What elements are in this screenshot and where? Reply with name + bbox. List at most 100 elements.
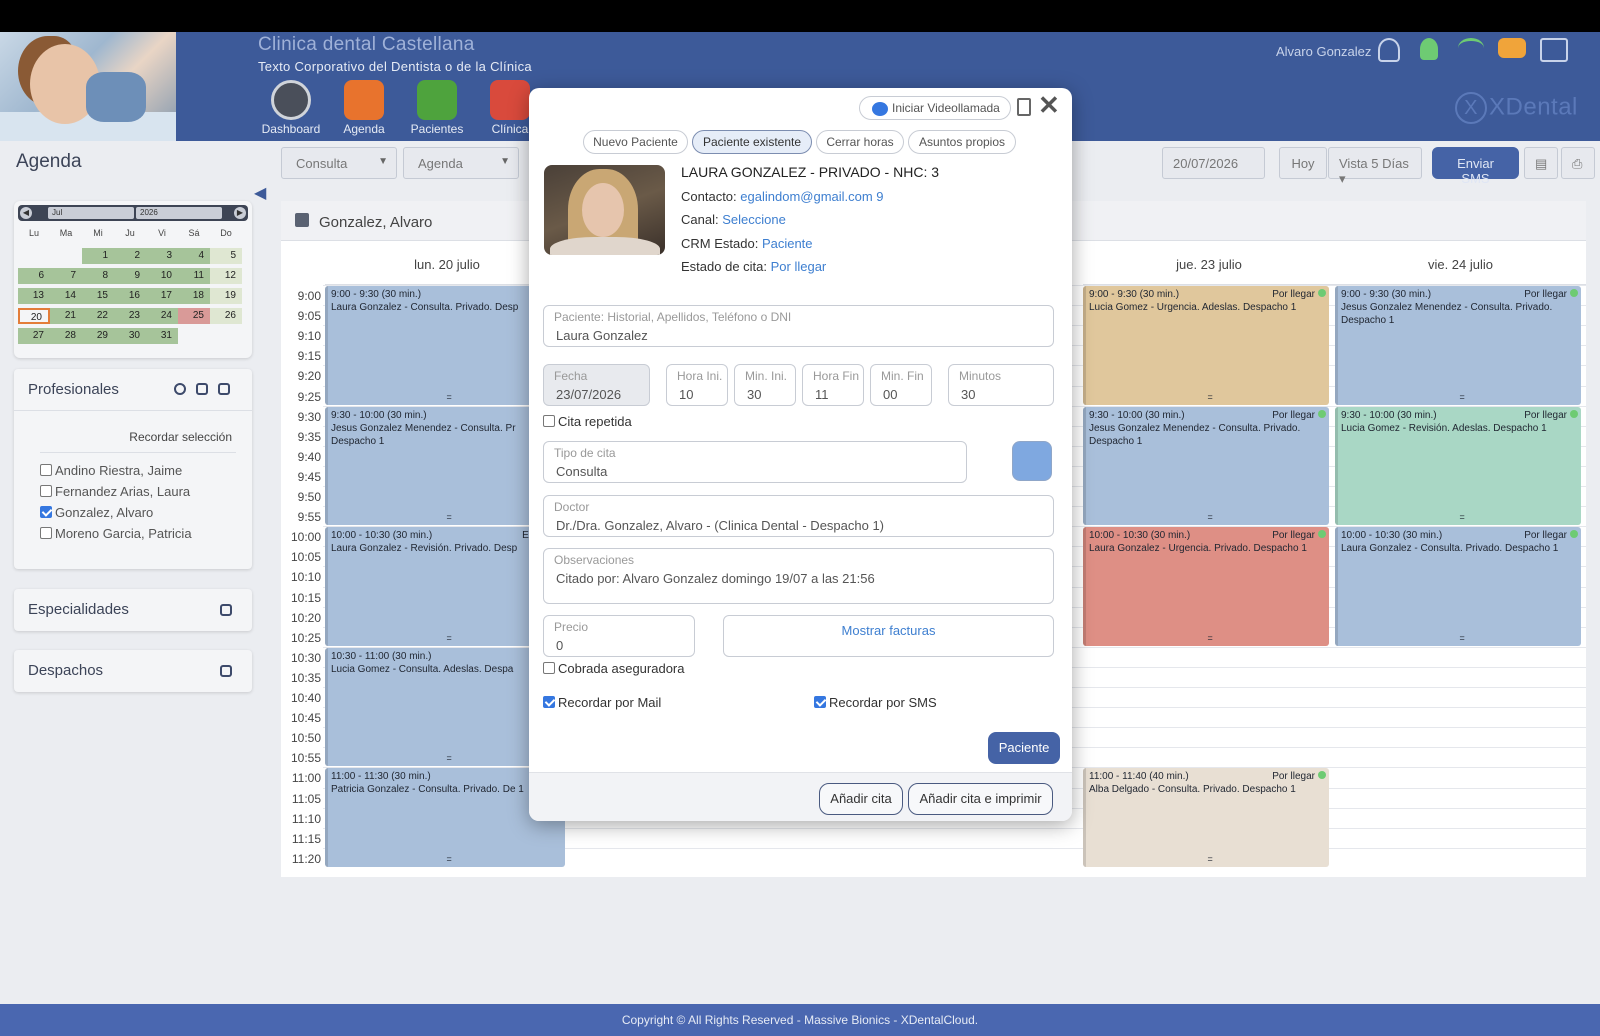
calendar-day[interactable]: 23 <box>114 308 146 324</box>
calendar-day[interactable]: 15 <box>82 288 114 304</box>
doctor-select[interactable]: Doctor Dr./Dra. Gonzalez, Alvaro - (Clin… <box>543 495 1054 537</box>
user-icon[interactable] <box>1378 38 1400 62</box>
observaciones-textarea[interactable]: Observaciones Citado por: Alvaro Gonzale… <box>543 548 1054 604</box>
nav-dashboard[interactable]: Dashboard <box>256 80 326 136</box>
resize-handle[interactable]: = <box>1460 391 1465 404</box>
hora-ini-input[interactable]: Hora Ini. 10 <box>666 364 728 406</box>
calendar-day[interactable]: 7 <box>50 268 82 284</box>
calendar-day[interactable]: 20 <box>18 308 50 324</box>
close-icon[interactable]: ✕ <box>1038 90 1060 121</box>
calendar-day[interactable]: 28 <box>50 328 82 344</box>
calendar-day[interactable]: 8 <box>82 268 114 284</box>
resize-handle[interactable]: = <box>447 511 452 524</box>
precio-input[interactable]: Precio 0 <box>543 615 695 657</box>
calendar-day[interactable]: 22 <box>82 308 114 324</box>
recordar-mail-checkbox[interactable]: Recordar por Mail <box>543 695 661 710</box>
logout-icon[interactable] <box>1540 38 1568 62</box>
print-icon[interactable]: ⎙ <box>1561 147 1595 179</box>
tipo-cita-select[interactable]: Tipo de cita Consulta <box>543 441 967 483</box>
video-call-button[interactable]: Iniciar Videollamada <box>859 96 1011 120</box>
calendar-day[interactable]: 31 <box>146 328 178 344</box>
appointment-block[interactable]: 10:00 - 10:30 (30 min.) Por llegar Laura G… <box>1083 527 1329 646</box>
month-select[interactable]: Jul <box>48 207 134 219</box>
collapse-arrow-icon[interactable]: ◀ <box>254 183 266 203</box>
resize-handle[interactable]: = <box>1460 632 1465 645</box>
checkbox[interactable] <box>40 506 52 518</box>
consulta-select[interactable]: Consulta ▼ <box>281 147 397 179</box>
resize-handle[interactable]: = <box>447 752 452 765</box>
expand-icon[interactable] <box>220 604 232 616</box>
checkbox[interactable] <box>814 696 826 708</box>
checkbox[interactable] <box>543 415 555 427</box>
appointment-block[interactable]: 9:30 - 10:00 (30 min.) Por llegar Jesus Go… <box>1083 406 1329 526</box>
calendar-day[interactable]: 11 <box>178 268 210 284</box>
paciente-button[interactable]: Paciente <box>988 732 1060 764</box>
calendar-day[interactable]: 6 <box>18 268 50 284</box>
appointment-block[interactable]: 9:30 - 10:00 (30 min.) Por llegar Lucia Go… <box>1335 406 1581 526</box>
tab-nuevo-paciente[interactable]: Nuevo Paciente <box>583 130 688 154</box>
calendar-day[interactable]: 4 <box>178 248 210 264</box>
mostrar-facturas-button[interactable]: Mostrar facturas <box>723 615 1054 657</box>
calendar-day[interactable]: 21 <box>50 308 82 324</box>
calendar-day[interactable]: 29 <box>82 328 114 344</box>
nav-pacientes[interactable]: Pacientes <box>402 80 472 136</box>
calendar-day[interactable]: 2 <box>114 248 146 264</box>
resize-handle[interactable]: = <box>1208 853 1213 866</box>
appointment-block[interactable]: 9:00 - 9:30 (30 min.) Por llegar Jesus Gon… <box>1335 286 1581 405</box>
date-input[interactable]: 20/07/2026 <box>1162 147 1265 179</box>
calendar-day[interactable]: 1 <box>82 248 114 264</box>
calendar-day[interactable]: 10 <box>146 268 178 284</box>
profesional-item[interactable]: Gonzalez, Alvaro <box>40 505 153 520</box>
resize-handle[interactable]: = <box>447 391 452 404</box>
min-ini-input[interactable]: Min. Ini. 30 <box>734 364 796 406</box>
appointment-block[interactable]: 11:00 - 11:40 (40 min.) Por llegar Alba De… <box>1083 768 1329 867</box>
calendar-day[interactable]: 27 <box>18 328 50 344</box>
recordar-seleccion-link[interactable]: Recordar selección <box>129 430 232 444</box>
calendar-day[interactable]: 30 <box>114 328 146 344</box>
resize-handle[interactable]: = <box>1208 391 1213 404</box>
calendar-day[interactable]: 12 <box>210 268 242 284</box>
nav-agenda[interactable]: Agenda <box>329 80 399 136</box>
hoy-button[interactable]: Hoy <box>1279 147 1327 179</box>
calendar-day[interactable]: 16 <box>114 288 146 304</box>
appointment-block[interactable]: 10:00 - 10:30 (30 min.) Por llegar Laura G… <box>1335 527 1581 646</box>
minutos-input[interactable]: Minutos 30 <box>948 364 1054 406</box>
calendar-day[interactable]: 19 <box>210 288 242 304</box>
calendar-day[interactable]: 18 <box>178 288 210 304</box>
add-and-print-button[interactable]: Añadir cita e imprimir <box>908 783 1053 815</box>
prev-month-icon[interactable]: ◀ <box>20 207 32 219</box>
calendar-day[interactable]: 5 <box>210 248 242 264</box>
hora-fin-input[interactable]: Hora Fin 11 <box>802 364 864 406</box>
resize-handle[interactable]: = <box>1208 511 1213 524</box>
profesional-item[interactable]: Moreno Garcia, Patricia <box>40 526 192 541</box>
calendar-day[interactable]: 24 <box>146 308 178 324</box>
resize-handle[interactable]: = <box>447 853 452 866</box>
profesional-item[interactable]: Fernandez Arias, Laura <box>40 484 190 499</box>
recordar-sms-checkbox[interactable]: Recordar por SMS <box>814 695 937 710</box>
contacto-link[interactable]: egalindom@gmail.com 9 <box>740 189 883 204</box>
tab-paciente-existente[interactable]: Paciente existente <box>692 130 812 154</box>
appointment-block[interactable]: 9:00 - 9:30 (30 min.) Por llegar Lucia Gom… <box>1083 286 1329 405</box>
estado-link[interactable]: Por llegar <box>771 259 827 274</box>
collapse-icon[interactable] <box>218 383 230 395</box>
calendar-day[interactable]: 25 <box>178 308 210 324</box>
especialidades-panel[interactable]: Especialidades <box>14 589 252 631</box>
fecha-input[interactable]: Fecha 23/07/2026 <box>543 364 650 406</box>
resize-handle[interactable]: = <box>1208 632 1213 645</box>
profesional-item[interactable]: Andino Riestra, Jaime <box>40 463 182 478</box>
vista-dropdown[interactable]: Vista 5 Días ▾ <box>1328 147 1422 186</box>
cita-repetida-checkbox[interactable]: Cita repetida <box>543 414 632 429</box>
copy-icon[interactable] <box>1017 98 1031 116</box>
despachos-panel[interactable]: Despachos <box>14 650 252 692</box>
crm-link[interactable]: Paciente <box>762 236 813 251</box>
calendar-day[interactable]: 14 <box>50 288 82 304</box>
canal-link[interactable]: Seleccione <box>722 212 786 227</box>
calendar-day[interactable]: 13 <box>18 288 50 304</box>
tab-cerrar-horas[interactable]: Cerrar horas <box>816 130 904 154</box>
checkbox[interactable] <box>40 464 52 476</box>
year-select[interactable]: 2026 <box>136 207 222 219</box>
tab-asuntos-propios[interactable]: Asuntos propios <box>908 130 1016 154</box>
print-list-icon[interactable]: ▤ <box>1524 147 1558 179</box>
calendar-day[interactable]: 26 <box>210 308 242 324</box>
checkbox[interactable] <box>40 527 52 539</box>
